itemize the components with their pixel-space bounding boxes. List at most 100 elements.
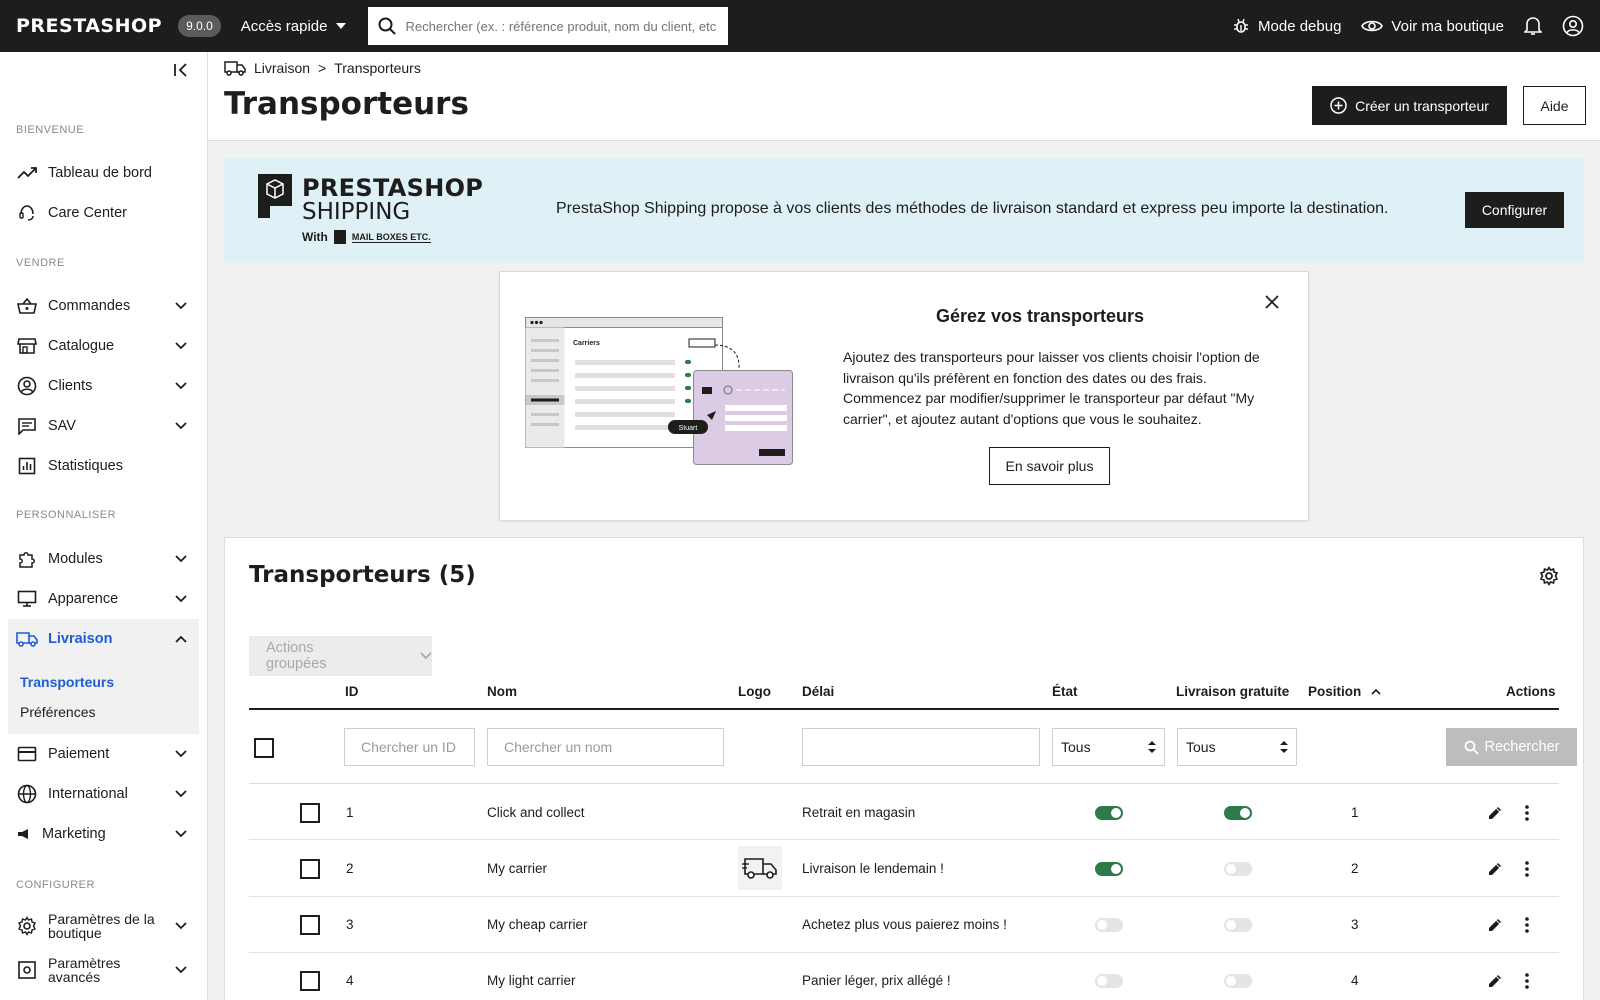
- more-actions-icon[interactable]: [1524, 916, 1530, 934]
- sidebar-item-appearance[interactable]: Apparence: [8, 581, 199, 617]
- row-id: 4: [346, 973, 354, 988]
- sidebar-item-payment[interactable]: Paiement: [8, 736, 199, 772]
- free-shipping-toggle[interactable]: [1224, 918, 1252, 932]
- create-carrier-label: Créer un transporteur: [1355, 97, 1489, 114]
- sidebar-item-label: Paiement: [48, 746, 110, 762]
- sidebar-item-sav[interactable]: SAV: [8, 408, 199, 444]
- column-header-id[interactable]: ID: [345, 684, 359, 699]
- gear-icon[interactable]: [1539, 566, 1559, 586]
- section-title: PERSONNALISER: [16, 509, 117, 521]
- chevron-down-icon: [420, 652, 432, 660]
- select-all-checkbox[interactable]: [254, 738, 274, 758]
- sidebar-item-advanced-parameters[interactable]: Paramètres avancés: [8, 950, 199, 990]
- chevron-down-icon: [175, 302, 187, 310]
- row-delay: Achetez plus vous paierez moins !: [802, 917, 1007, 932]
- column-header-status[interactable]: État: [1052, 684, 1078, 699]
- collapse-sidebar-icon[interactable]: [173, 62, 189, 78]
- more-actions-icon[interactable]: [1524, 804, 1530, 822]
- debug-mode-button[interactable]: Mode debug: [1232, 17, 1341, 35]
- search-button[interactable]: Rechercher: [1446, 728, 1577, 766]
- table-row: 4 My light carrier Panier léger, prix allé…: [249, 953, 1559, 1000]
- user-circle-icon: [17, 376, 37, 396]
- info-card-body: Ajoutez des transporteurs pour laisser v…: [843, 349, 1260, 427]
- configure-button[interactable]: Configurer: [1465, 192, 1564, 228]
- select-arrows-icon: [1280, 741, 1288, 753]
- id-filter-input[interactable]: [344, 728, 475, 766]
- manage-carriers-card: Carriers Stuart Gérez vos transporteurs …: [499, 271, 1309, 521]
- row-name: My carrier: [487, 861, 547, 876]
- section-title: CONFIGURER: [16, 879, 95, 891]
- sidebar-item-orders[interactable]: Commandes: [8, 288, 199, 324]
- learn-more-button[interactable]: En savoir plus: [989, 447, 1110, 485]
- row-checkbox[interactable]: [300, 915, 320, 935]
- breadcrumb-current: Transporteurs: [334, 60, 421, 76]
- select-arrows-icon: [1148, 741, 1156, 753]
- quick-access-label: Accès rapide: [240, 17, 328, 35]
- status-toggle[interactable]: [1095, 974, 1123, 988]
- view-shop-button[interactable]: Voir ma boutique: [1361, 18, 1504, 35]
- free-shipping-toggle[interactable]: [1224, 974, 1252, 988]
- sidebar-subitem-preferences[interactable]: Préférences: [20, 704, 95, 720]
- bell-icon[interactable]: [1524, 16, 1542, 36]
- row-position[interactable]: 3: [1351, 917, 1359, 932]
- caret-down-icon: [335, 23, 346, 29]
- sidebar-item-stats[interactable]: Statistiques: [8, 448, 199, 484]
- edit-icon[interactable]: [1486, 860, 1504, 878]
- row-checkbox[interactable]: [300, 971, 320, 991]
- column-header-free-shipping[interactable]: Livraison gratuite: [1176, 684, 1289, 699]
- sidebar-item-shop-parameters[interactable]: Paramètres de la boutique: [8, 906, 199, 946]
- status-toggle[interactable]: [1095, 918, 1123, 932]
- chevron-down-icon: [175, 790, 187, 798]
- status-toggle[interactable]: [1095, 862, 1123, 876]
- bulk-actions-dropdown[interactable]: Actions groupées: [249, 636, 432, 676]
- row-position[interactable]: 2: [1351, 861, 1359, 876]
- column-header-delay[interactable]: Délai: [802, 684, 834, 699]
- sidebar-item-care-center[interactable]: Care Center: [8, 195, 199, 231]
- section-title: VENDRE: [16, 257, 65, 269]
- edit-icon[interactable]: [1486, 804, 1504, 822]
- brand-logo[interactable]: PRESTASHOP: [16, 15, 162, 37]
- name-filter-input[interactable]: [487, 728, 724, 766]
- status-filter-value: Tous: [1061, 739, 1091, 755]
- sidebar-item-label: SAV: [48, 418, 76, 434]
- sidebar-item-customers[interactable]: Clients: [8, 368, 199, 404]
- column-header-name[interactable]: Nom: [487, 684, 517, 699]
- sidebar-item-international[interactable]: International: [8, 776, 199, 812]
- free-shipping-filter-select[interactable]: Tous: [1177, 728, 1297, 766]
- search-icon[interactable]: [378, 17, 396, 35]
- edit-icon[interactable]: [1486, 916, 1504, 934]
- edit-icon[interactable]: [1486, 972, 1504, 990]
- free-shipping-toggle[interactable]: [1224, 862, 1252, 876]
- sidebar-item-dashboard[interactable]: Tableau de bord: [8, 155, 199, 191]
- help-button[interactable]: Aide: [1523, 86, 1586, 125]
- chevron-down-icon: [175, 922, 187, 930]
- view-shop-label: Voir ma boutique: [1391, 17, 1504, 35]
- quick-access-menu[interactable]: Accès rapide: [241, 18, 346, 35]
- sidebar-item-catalog[interactable]: Catalogue: [8, 328, 199, 364]
- close-icon[interactable]: [1264, 294, 1280, 310]
- page-header: Livraison > Transporteurs Transporteurs …: [208, 52, 1600, 141]
- account-icon[interactable]: [1562, 15, 1584, 37]
- bug-icon: [1234, 18, 1249, 33]
- breadcrumb-parent[interactable]: Livraison: [254, 60, 310, 76]
- more-actions-icon[interactable]: [1524, 972, 1530, 990]
- row-checkbox[interactable]: [300, 859, 320, 879]
- sidebar-item-modules[interactable]: Modules: [8, 541, 199, 577]
- sidebar-item-marketing[interactable]: Marketing: [8, 816, 199, 852]
- table-row: 1 Click and collect Retrait en magasin 1: [249, 785, 1559, 840]
- search-input[interactable]: [405, 18, 716, 34]
- create-carrier-button[interactable]: Créer un transporteur: [1312, 86, 1507, 125]
- row-name: My cheap carrier: [487, 917, 588, 932]
- table-row: 2 My carrier Livraison le lendemain ! 2: [249, 840, 1559, 897]
- column-header-position[interactable]: Position: [1308, 684, 1381, 699]
- sidebar-item-shipping[interactable]: Livraison: [8, 621, 199, 657]
- row-position[interactable]: 4: [1351, 973, 1359, 988]
- status-toggle[interactable]: [1095, 806, 1123, 820]
- sidebar-subitem-carriers[interactable]: Transporteurs: [20, 674, 114, 690]
- row-position[interactable]: 1: [1351, 805, 1359, 820]
- row-checkbox[interactable]: [300, 803, 320, 823]
- free-shipping-toggle[interactable]: [1224, 806, 1252, 820]
- status-filter-select[interactable]: Tous: [1052, 728, 1165, 766]
- more-actions-icon[interactable]: [1524, 860, 1530, 878]
- delay-filter-input[interactable]: [802, 728, 1040, 766]
